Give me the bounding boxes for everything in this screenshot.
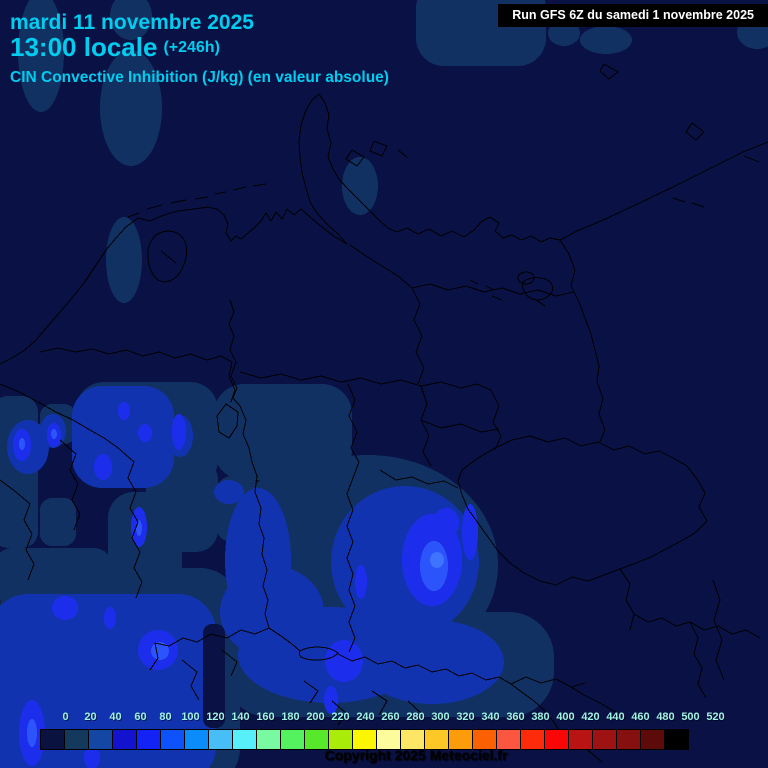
colorbar-tick-label: 320: [456, 711, 475, 723]
colorbar-tick-label: 400: [556, 711, 575, 723]
colorbar: 0 20 40 60 80 100 120 140 160 180 200 220 240 260 280 3…: [40, 711, 725, 750]
colorbar-tick-label: 520: [706, 711, 725, 723]
colorbar-tick-label: 260: [381, 711, 400, 723]
forecast-offset-label: (+246h): [163, 39, 220, 56]
colorbar-tick-label: 420: [581, 711, 600, 723]
colorbar-tick-label: 280: [406, 711, 425, 723]
colorbar-tick-label: 180: [281, 711, 300, 723]
colorbar-tick-label: 80: [159, 711, 172, 723]
colorbar-tick-label: 460: [631, 711, 650, 723]
colorbar-tick-label: 160: [256, 711, 275, 723]
colorbar-tick-label: 40: [109, 711, 122, 723]
colorbar-tick-label: 480: [656, 711, 675, 723]
colorbar-tick-label: 60: [134, 711, 147, 723]
colorbar-tick-label: 240: [356, 711, 375, 723]
weather-map: [0, 0, 768, 768]
colorbar-tick-label: 300: [431, 711, 450, 723]
colorbar-tick-label: 120: [206, 711, 225, 723]
colorbar-tick-label: 500: [681, 711, 700, 723]
weather-map-page: mardi 11 novembre 2025 13:00 locale (+246…: [0, 0, 768, 768]
time-title: 13:00 locale (+246h): [10, 32, 220, 63]
colorbar-tick-label: 0: [62, 711, 69, 723]
colorbar-labels: 0 20 40 60 80 100 120 140 160 180 200 220 240 260 280 3…: [53, 711, 729, 726]
colorbar-tick-label: 20: [84, 711, 97, 723]
variable-title: CIN Convective Inhibition (J/kg) (en val…: [10, 69, 389, 86]
local-time-label: 13:00 locale: [10, 32, 158, 62]
colorbar-tick-label: 360: [506, 711, 525, 723]
copyright-label: Copyright 2025 Meteociel.fr: [324, 747, 508, 763]
colorbar-tick-label: 440: [606, 711, 625, 723]
run-info-banner: Run GFS 6Z du samedi 1 novembre 2025: [498, 4, 768, 27]
colorbar-tick-label: 140: [231, 711, 250, 723]
colorbar-tick-label: 380: [531, 711, 550, 723]
colorbar-tick-label: 200: [306, 711, 325, 723]
colorbar-tick-label: 100: [181, 711, 200, 723]
colorbar-tick-label: 220: [331, 711, 350, 723]
colorbar-tick-label: 340: [481, 711, 500, 723]
